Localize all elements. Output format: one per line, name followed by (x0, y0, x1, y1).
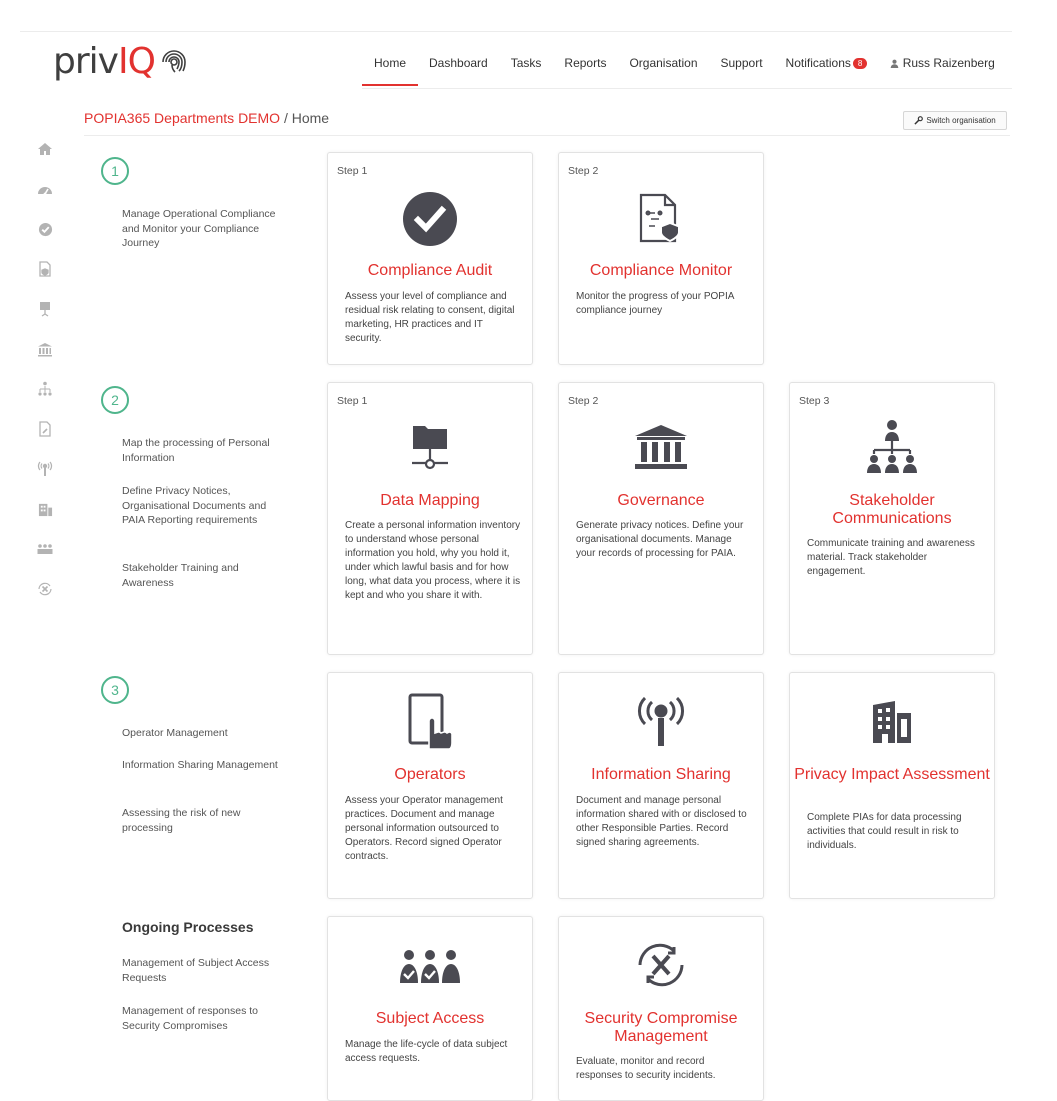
tablet-touch-icon (328, 693, 532, 751)
dashboard-icon[interactable] (33, 177, 57, 201)
card-title: Stakeholder Communications (832, 492, 952, 527)
nav-home[interactable]: Home (362, 52, 419, 86)
compromise-icon (559, 943, 763, 987)
nav-tasks[interactable]: Tasks (511, 52, 542, 86)
ongoing-line-1: Management of Subject Access Requests (122, 957, 270, 984)
ongoing-processes-heading: Ongoing Processes (122, 919, 254, 935)
card-description: Generate privacy notices. Define your or… (576, 520, 744, 559)
card-stakeholder-communications[interactable]: Step 3 Stakeholder Communications Commun… (789, 382, 995, 655)
ongoing-line-2: Management of responses to Security Comp… (122, 1005, 258, 1032)
breadcrumb: POPIA365 Departments DEMO / Home (84, 110, 329, 126)
nav-dashboard[interactable]: Dashboard (429, 52, 488, 86)
presentation-icon[interactable] (33, 297, 57, 321)
card-information-sharing[interactable]: Information Sharing Document and manage … (558, 672, 764, 899)
card-title: Governance (617, 492, 705, 509)
nav-user-menu[interactable]: Russ Raizenberg (890, 52, 995, 86)
users-icon[interactable] (33, 537, 57, 561)
sitemap-icon[interactable] (33, 377, 57, 401)
section-3-line-2: Information Sharing Management (122, 759, 278, 771)
card-description: Document and manage personal information… (576, 795, 747, 848)
card-data-mapping[interactable]: Step 1 Data Mapping Create a personal in… (327, 382, 533, 655)
switch-organisation-label: Switch organisation (926, 116, 996, 125)
section-1-description: Manage Operational Compliance and Monito… (122, 208, 276, 249)
logo-text-priv: priv (53, 41, 119, 82)
card-step-label: Step 3 (799, 395, 830, 407)
section-3-line-1: Operator Management (122, 727, 228, 739)
breadcrumb-page: Home (291, 110, 330, 126)
top-nav: Home Dashboard Tasks Reports Organisatio… (362, 52, 995, 86)
breadcrumb-org[interactable]: POPIA365 Departments DEMO (84, 110, 280, 126)
card-security-compromise-management[interactable]: Security Compromise Management Evaluate,… (558, 916, 764, 1101)
card-compliance-monitor[interactable]: Step 2 Compliance Monitor Monitor the pr… (558, 152, 764, 365)
card-description: Evaluate, monitor and record responses t… (576, 1056, 716, 1081)
user-icon (891, 59, 899, 68)
document-shield-icon (559, 193, 763, 247)
nav-reports[interactable]: Reports (564, 52, 606, 86)
section-2-line-1: Map the processing of Personal Informati… (122, 437, 270, 464)
card-title: Data Mapping (380, 492, 480, 509)
user-name: Russ Raizenberg (902, 56, 995, 70)
section-3-line-3: Assessing the risk of new processing (122, 807, 241, 834)
section-3-number: 3 (101, 676, 129, 704)
document-edit-icon[interactable] (33, 417, 57, 441)
document-shield-icon[interactable] (33, 257, 57, 281)
card-title: Compliance Audit (367, 262, 493, 279)
fingerprint-icon (162, 50, 186, 73)
folder-network-icon (328, 423, 532, 473)
wrench-icon (914, 116, 924, 125)
card-description: Monitor the progress of your POPIA compl… (576, 291, 734, 316)
card-governance[interactable]: Step 2 Governance Generate privacy notic… (558, 382, 764, 655)
privi-logo[interactable]: priv IQ (53, 44, 189, 80)
section-2-line-3: Stakeholder Training and Awareness (122, 562, 239, 589)
section-2-number: 2 (101, 386, 129, 414)
bank-icon[interactable] (33, 337, 57, 361)
card-description: Complete PIAs for data processing activi… (807, 812, 962, 851)
nav-divider (362, 88, 1012, 89)
breadcrumb-divider (84, 135, 1010, 136)
nav-organisation[interactable]: Organisation (629, 52, 697, 86)
card-description: Assess your level of compliance and resi… (345, 291, 515, 344)
nav-support[interactable]: Support (721, 52, 763, 86)
card-description: Create a personal information inventory … (345, 520, 521, 601)
card-title: Operators (394, 766, 466, 783)
card-description: Assess your Operator management practice… (345, 795, 503, 862)
check-circle-icon (328, 191, 532, 247)
card-compliance-audit[interactable]: Step 1 Compliance Audit Assess your leve… (327, 152, 533, 365)
sitemap-icon (790, 419, 994, 475)
broadcast-icon[interactable] (33, 457, 57, 481)
broadcast-icon (559, 697, 763, 749)
building-icon[interactable] (33, 497, 57, 521)
card-operators[interactable]: Operators Assess your Operator managemen… (327, 672, 533, 899)
card-description: Communicate training and awareness mater… (807, 538, 975, 577)
card-title: Security Compromise Management (584, 1010, 738, 1045)
check-circle-icon[interactable] (33, 217, 57, 241)
logo-text-iq: IQ (117, 41, 156, 82)
card-privacy-impact-assessment[interactable]: Privacy Impact Assessment Complete PIAs … (789, 672, 995, 899)
users-check-icon (328, 949, 532, 985)
notifications-badge: 8 (852, 58, 868, 69)
card-step-label: Step 2 (568, 395, 599, 407)
home-icon[interactable] (33, 137, 57, 161)
compromise-icon[interactable] (33, 577, 57, 601)
notifications-label: Notifications (785, 56, 851, 70)
top-divider (20, 31, 1012, 32)
switch-organisation-button[interactable]: Switch organisation (903, 111, 1007, 130)
card-description: Manage the life-cycle of data subject ac… (345, 1039, 508, 1064)
card-title: Information Sharing (591, 766, 731, 783)
card-title: Subject Access (375, 1010, 485, 1027)
section-1-number: 1 (101, 157, 129, 185)
section-2-line-2: Define Privacy Notices, Organisational D… (122, 485, 267, 526)
bank-icon (559, 423, 763, 473)
card-title: Compliance Monitor (589, 262, 733, 279)
card-step-label: Step 1 (337, 395, 368, 407)
nav-notifications[interactable]: Notifications 8 (786, 52, 868, 86)
card-subject-access[interactable]: Subject Access Manage the life-cycle of … (327, 916, 533, 1101)
card-title: Privacy Impact Assessment (794, 766, 990, 783)
card-step-label: Step 1 (337, 165, 368, 177)
card-step-label: Step 2 (568, 165, 599, 177)
building-icon (790, 699, 994, 745)
breadcrumb-separator: / (280, 110, 292, 126)
